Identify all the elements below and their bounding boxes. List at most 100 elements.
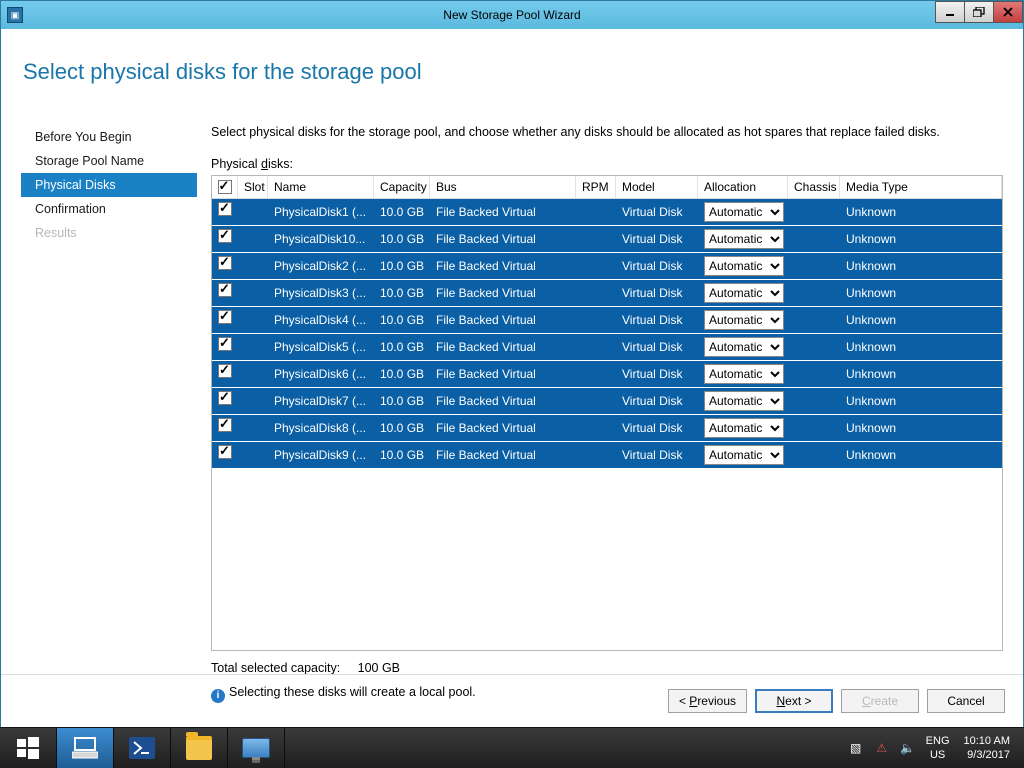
allocation-select[interactable]: AutomaticHot SpareManual bbox=[704, 337, 784, 357]
disk-row[interactable]: PhysicalDisk8 (...10.0 GBFile Backed Vir… bbox=[212, 414, 1002, 441]
col-allocation[interactable]: Allocation bbox=[698, 176, 788, 198]
allocation-select[interactable]: AutomaticHot SpareManual bbox=[704, 283, 784, 303]
cell-bus: File Backed Virtual bbox=[430, 255, 576, 277]
minimize-icon bbox=[945, 7, 955, 17]
clock[interactable]: 10:10 AM9/3/2017 bbox=[960, 734, 1014, 762]
taskbar-computer[interactable] bbox=[228, 728, 285, 768]
disk-checkbox[interactable] bbox=[218, 337, 232, 351]
taskbar-server-manager[interactable] bbox=[57, 728, 114, 768]
network-icon[interactable]: ⚠ bbox=[874, 740, 890, 756]
cell-name: PhysicalDisk5 (... bbox=[268, 336, 374, 358]
nav-step-2[interactable]: Physical Disks bbox=[21, 173, 197, 197]
disk-row[interactable]: PhysicalDisk9 (...10.0 GBFile Backed Vir… bbox=[212, 441, 1002, 468]
col-name[interactable]: Name bbox=[268, 176, 374, 198]
cancel-button[interactable]: Cancel bbox=[927, 689, 1005, 713]
maximize-button[interactable] bbox=[964, 1, 994, 23]
disk-row[interactable]: PhysicalDisk4 (...10.0 GBFile Backed Vir… bbox=[212, 306, 1002, 333]
disk-row[interactable]: PhysicalDisk6 (...10.0 GBFile Backed Vir… bbox=[212, 360, 1002, 387]
disk-row[interactable]: PhysicalDisk7 (...10.0 GBFile Backed Vir… bbox=[212, 387, 1002, 414]
server-manager-icon bbox=[72, 736, 98, 760]
taskbar-explorer[interactable] bbox=[171, 728, 228, 768]
language-indicator[interactable]: ENGUS bbox=[926, 734, 950, 762]
cell-bus: File Backed Virtual bbox=[430, 417, 576, 439]
cell-bus: File Backed Virtual bbox=[430, 201, 576, 223]
window-title: New Storage Pool Wizard bbox=[1, 8, 1023, 22]
nav-step-3[interactable]: Confirmation bbox=[21, 197, 197, 221]
cell-rpm bbox=[576, 201, 616, 223]
cell-name: PhysicalDisk7 (... bbox=[268, 390, 374, 412]
total-capacity-value: 100 GB bbox=[358, 661, 400, 675]
allocation-select[interactable]: AutomaticHot SpareManual bbox=[704, 256, 784, 276]
cell-capacity: 10.0 GB bbox=[374, 390, 430, 412]
cell-chassis bbox=[788, 282, 840, 304]
allocation-select[interactable]: AutomaticHot SpareManual bbox=[704, 202, 784, 222]
col-model[interactable]: Model bbox=[616, 176, 698, 198]
nav-step-1[interactable]: Storage Pool Name bbox=[21, 149, 197, 173]
cell-slot bbox=[238, 444, 268, 466]
previous-button[interactable]: < Previous bbox=[668, 689, 747, 713]
volume-icon[interactable]: 🔈 bbox=[900, 740, 916, 756]
cell-rpm bbox=[576, 309, 616, 331]
col-bus[interactable]: Bus bbox=[430, 176, 576, 198]
allocation-select[interactable]: AutomaticHot SpareManual bbox=[704, 310, 784, 330]
disk-checkbox[interactable] bbox=[218, 445, 232, 459]
cell-capacity: 10.0 GB bbox=[374, 201, 430, 223]
cell-capacity: 10.0 GB bbox=[374, 282, 430, 304]
cell-model: Virtual Disk bbox=[616, 255, 698, 277]
minimize-button[interactable] bbox=[935, 1, 965, 23]
capacity-summary: Total selected capacity: 100 GB bbox=[211, 661, 1001, 675]
page-description: Select physical disks for the storage po… bbox=[211, 125, 1001, 139]
disk-checkbox[interactable] bbox=[218, 256, 232, 270]
col-slot[interactable]: Slot bbox=[238, 176, 268, 198]
disk-checkbox[interactable] bbox=[218, 310, 232, 324]
disk-checkbox[interactable] bbox=[218, 229, 232, 243]
allocation-select[interactable]: AutomaticHot SpareManual bbox=[704, 364, 784, 384]
nav-step-0[interactable]: Before You Begin bbox=[21, 125, 197, 149]
cell-media: Unknown bbox=[840, 228, 1002, 250]
content-pane: Select physical disks for the storage po… bbox=[211, 125, 1001, 703]
disk-checkbox[interactable] bbox=[218, 364, 232, 378]
select-all-checkbox[interactable] bbox=[218, 180, 232, 194]
cell-model: Virtual Disk bbox=[616, 309, 698, 331]
disk-checkbox[interactable] bbox=[218, 391, 232, 405]
col-media[interactable]: Media Type bbox=[840, 176, 1002, 198]
disk-row[interactable]: PhysicalDisk5 (...10.0 GBFile Backed Vir… bbox=[212, 333, 1002, 360]
cell-model: Virtual Disk bbox=[616, 336, 698, 358]
next-button[interactable]: Next > bbox=[755, 689, 833, 713]
allocation-select[interactable]: AutomaticHot SpareManual bbox=[704, 418, 784, 438]
col-rpm[interactable]: RPM bbox=[576, 176, 616, 198]
cell-capacity: 10.0 GB bbox=[374, 309, 430, 331]
disk-checkbox[interactable] bbox=[218, 202, 232, 216]
col-chassis[interactable]: Chassis bbox=[788, 176, 840, 198]
disk-row[interactable]: PhysicalDisk1 (...10.0 GBFile Backed Vir… bbox=[212, 199, 1002, 225]
wizard-steps-nav: Before You BeginStorage Pool NamePhysica… bbox=[21, 125, 197, 245]
allocation-select[interactable]: AutomaticHot SpareManual bbox=[704, 229, 784, 249]
flag-icon[interactable]: ▧ bbox=[848, 740, 864, 756]
cell-rpm bbox=[576, 390, 616, 412]
cell-capacity: 10.0 GB bbox=[374, 417, 430, 439]
cell-capacity: 10.0 GB bbox=[374, 255, 430, 277]
titlebar[interactable]: ▣ New Storage Pool Wizard bbox=[1, 1, 1023, 30]
table-header: Slot Name Capacity Bus RPM Model Allocat… bbox=[212, 176, 1002, 199]
disk-row[interactable]: PhysicalDisk2 (...10.0 GBFile Backed Vir… bbox=[212, 252, 1002, 279]
disk-checkbox[interactable] bbox=[218, 418, 232, 432]
windows-logo-icon bbox=[17, 737, 39, 759]
app-icon: ▣ bbox=[7, 7, 23, 23]
start-button[interactable] bbox=[0, 728, 57, 768]
cell-slot bbox=[238, 201, 268, 223]
cell-media: Unknown bbox=[840, 363, 1002, 385]
cell-rpm bbox=[576, 363, 616, 385]
taskbar-powershell[interactable] bbox=[114, 728, 171, 768]
wizard-button-row: < Previous Next > Create Cancel bbox=[1, 674, 1023, 727]
cell-media: Unknown bbox=[840, 255, 1002, 277]
disk-checkbox[interactable] bbox=[218, 283, 232, 297]
col-capacity[interactable]: Capacity bbox=[374, 176, 430, 198]
allocation-select[interactable]: AutomaticHot SpareManual bbox=[704, 445, 784, 465]
disk-row[interactable]: PhysicalDisk3 (...10.0 GBFile Backed Vir… bbox=[212, 279, 1002, 306]
disk-row[interactable]: PhysicalDisk10...10.0 GBFile Backed Virt… bbox=[212, 225, 1002, 252]
close-button[interactable] bbox=[993, 1, 1023, 23]
allocation-select[interactable]: AutomaticHot SpareManual bbox=[704, 391, 784, 411]
table-body: PhysicalDisk1 (...10.0 GBFile Backed Vir… bbox=[212, 199, 1002, 650]
cell-chassis bbox=[788, 309, 840, 331]
cell-media: Unknown bbox=[840, 390, 1002, 412]
